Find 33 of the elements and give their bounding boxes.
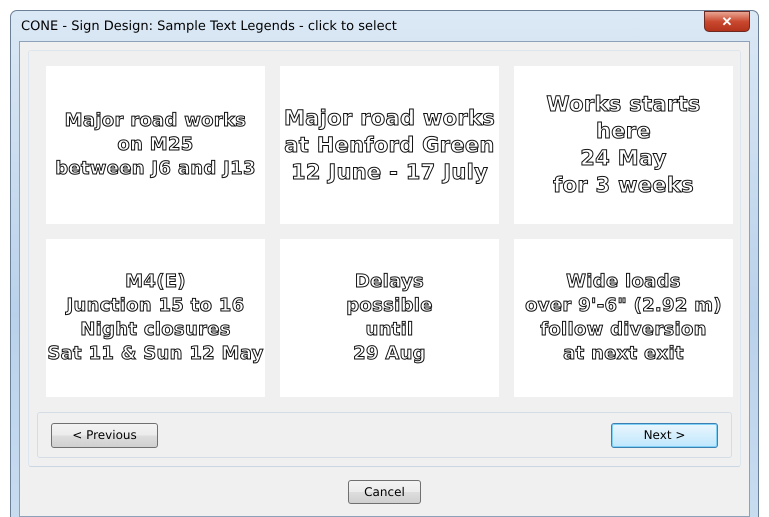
legend-line: Works starts [546, 91, 701, 118]
legend-line: possible [346, 294, 433, 318]
sign-preview[interactable]: Delays possible until 29 Aug [280, 239, 499, 397]
sign-preview[interactable]: M4(E) Junction 15 to 16 Night closures Sat 11 & Sun 12 May [46, 239, 265, 397]
legend-line: at next exit [563, 342, 684, 366]
legend-line: 29 Aug [353, 342, 426, 366]
previous-button[interactable]: < Previous [51, 422, 158, 448]
legend-line: Delays [354, 270, 424, 294]
legend-line: for 3 weeks [553, 172, 694, 199]
legend-line: at Henford Green [284, 132, 495, 158]
legend-line: on M25 [117, 133, 194, 157]
cancel-button[interactable]: Cancel [348, 480, 421, 504]
close-button[interactable]: ✕ [704, 11, 750, 32]
legend-line: here [596, 118, 651, 145]
legend-line: follow diversion [540, 318, 707, 342]
legend-line: Major road works [284, 104, 496, 132]
sign-preview[interactable]: Wide loads over 9'-6" (2.92 m) follow diversion at next exit [514, 239, 733, 397]
legend-line: Sat 11 & Sun 12 May [47, 342, 264, 366]
legend-line: 24 May [580, 145, 667, 172]
sign-preview[interactable]: Major road works at Henford Green 12 June - 17 July [280, 66, 499, 224]
legend-line: Night closures [80, 318, 231, 342]
sign-preview[interactable]: Works starts here 24 May for 3 weeks [514, 66, 733, 224]
legend-line: Major road works [64, 109, 246, 133]
legend-line: M4(E) [125, 270, 186, 294]
legend-line: over 9'-6" (2.92 m) [525, 294, 722, 318]
legend-line: until [365, 318, 414, 342]
window-title: CONE - Sign Design: Sample Text Legends - click to select [20, 18, 397, 34]
next-button[interactable]: Next > [611, 422, 718, 448]
sign-preview[interactable]: Major road works on M25 between J6 and J13 [46, 66, 265, 224]
legend-line: Wide loads [566, 270, 681, 294]
legend-line: between J6 and J13 [55, 157, 256, 181]
legend-line: Junction 15 to 16 [66, 294, 244, 318]
legend-line: 12 June - 17 July [290, 158, 488, 186]
